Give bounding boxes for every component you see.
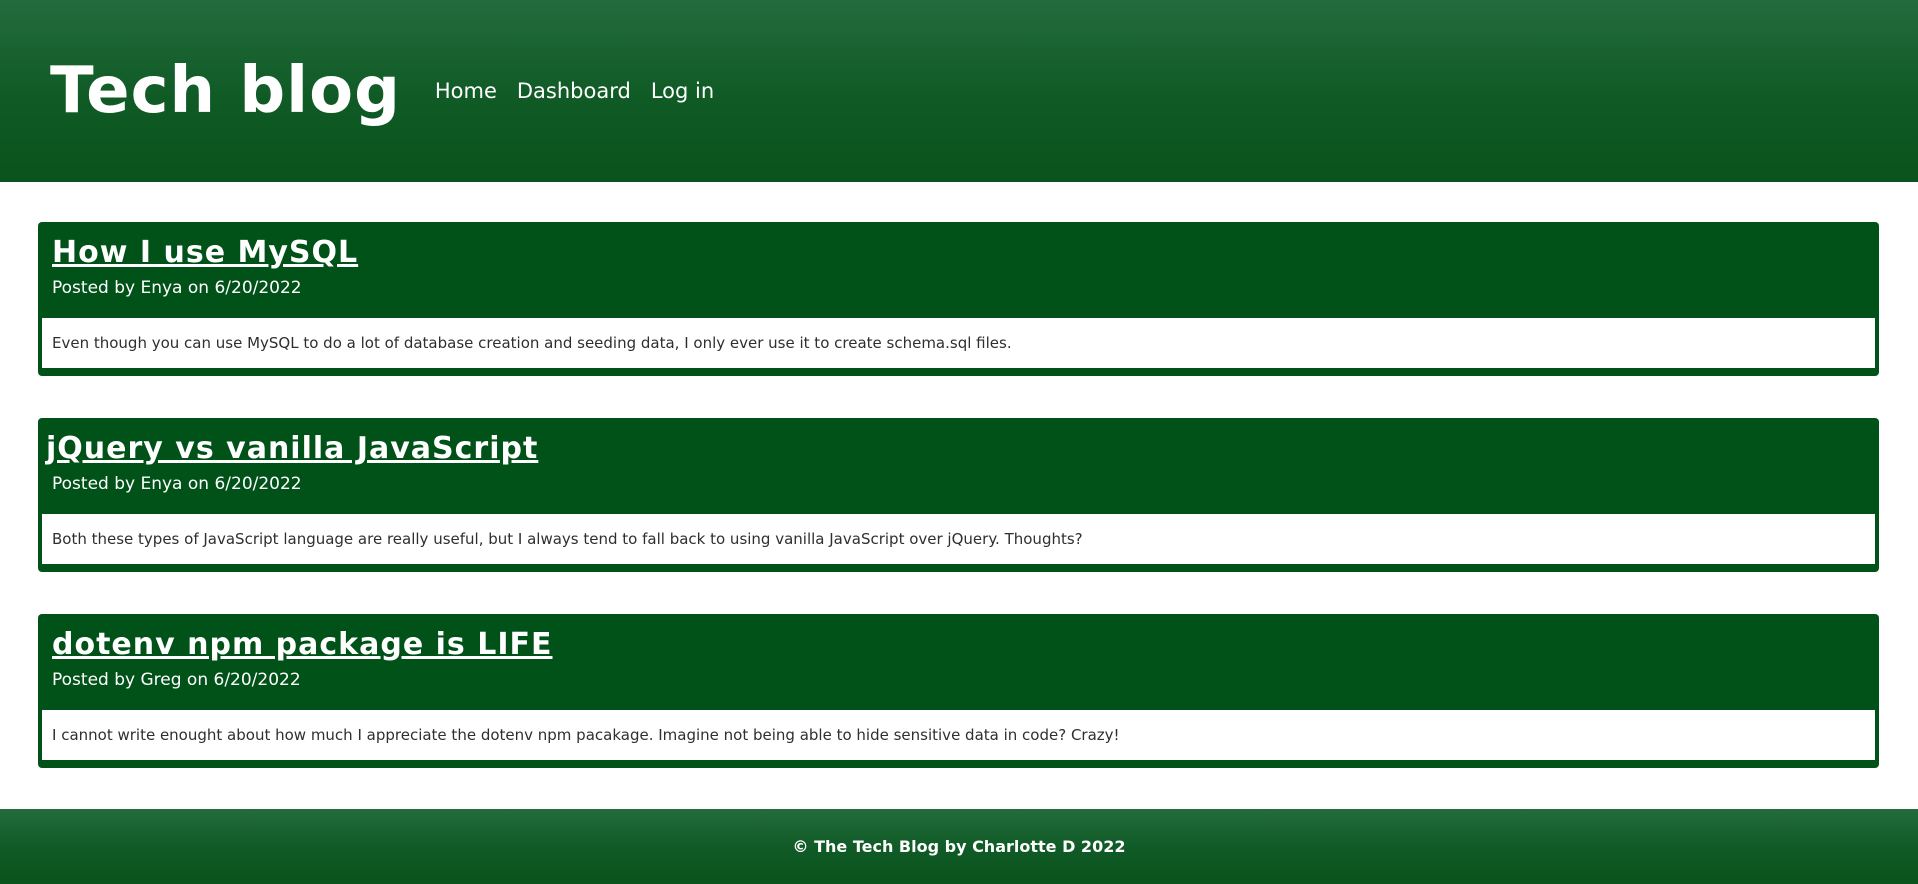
site-header: Tech blog Home Dashboard Log in xyxy=(0,0,1918,182)
post-card: How I use MySQL Posted by Enya on 6/20/2… xyxy=(38,222,1879,376)
site-title: Tech blog xyxy=(50,54,401,128)
post-header: jQuery vs vanilla JavaScript Posted by E… xyxy=(42,422,1875,514)
nav-dashboard-link[interactable]: Dashboard xyxy=(517,79,631,103)
nav-login-link[interactable]: Log in xyxy=(651,79,714,103)
post-title-link[interactable]: jQuery vs vanilla JavaScript xyxy=(46,432,538,465)
post-body: Both these types of JavaScript language … xyxy=(42,514,1875,564)
site-footer: © The Tech Blog by Charlotte D 2022 xyxy=(0,809,1918,884)
post-body: Even though you can use MySQL to do a lo… xyxy=(42,318,1875,368)
post-meta: Posted by Enya on 6/20/2022 xyxy=(52,278,302,298)
footer-copyright: © The Tech Blog by Charlotte D 2022 xyxy=(792,837,1126,856)
post-card: jQuery vs vanilla JavaScript Posted by E… xyxy=(38,418,1879,572)
post-title-link[interactable]: How I use MySQL xyxy=(52,236,358,269)
post-body: I cannot write enought about how much I … xyxy=(42,710,1875,760)
main-nav: Home Dashboard Log in xyxy=(435,79,714,103)
nav-home-link[interactable]: Home xyxy=(435,79,497,103)
post-list: How I use MySQL Posted by Enya on 6/20/2… xyxy=(38,222,1879,810)
post-header: How I use MySQL Posted by Enya on 6/20/2… xyxy=(42,226,1875,318)
post-meta: Posted by Greg on 6/20/2022 xyxy=(52,670,301,690)
post-meta: Posted by Enya on 6/20/2022 xyxy=(52,474,302,494)
post-header: dotenv npm package is LIFE Posted by Gre… xyxy=(42,618,1875,710)
post-card: dotenv npm package is LIFE Posted by Gre… xyxy=(38,614,1879,768)
post-title-link[interactable]: dotenv npm package is LIFE xyxy=(52,628,552,661)
